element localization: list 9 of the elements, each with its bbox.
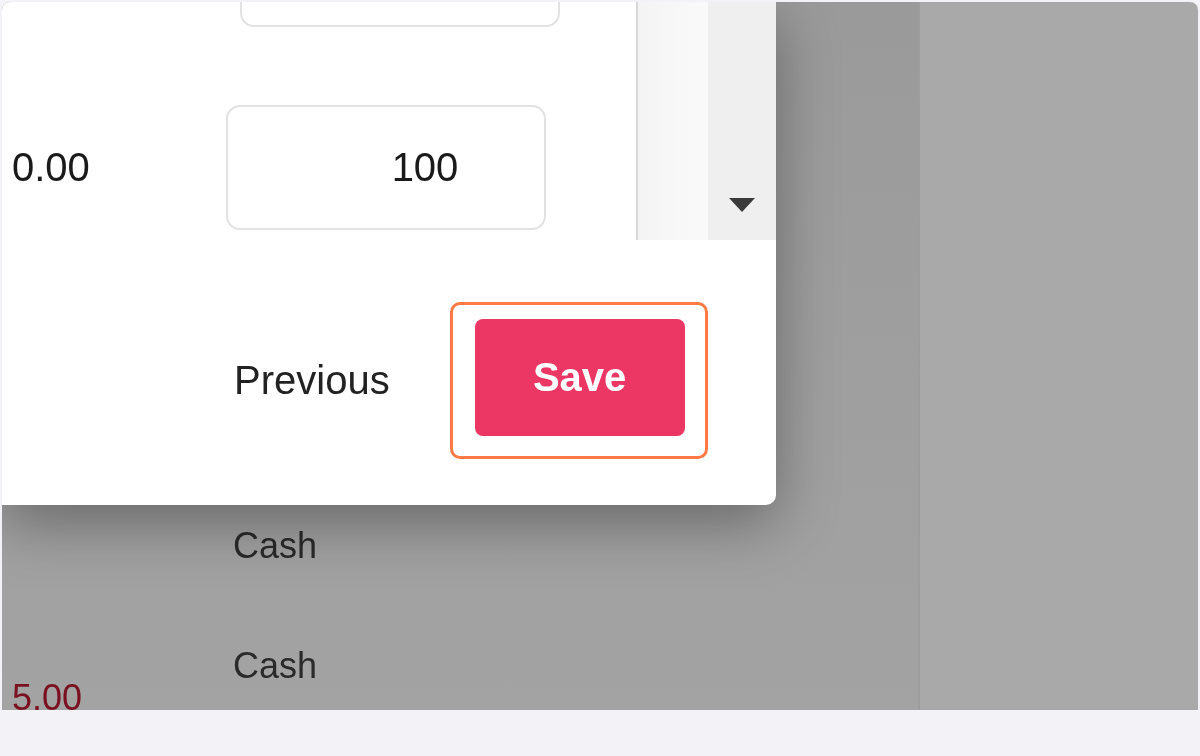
previous-button[interactable]: Previous	[234, 358, 390, 403]
scrollbar[interactable]	[636, 2, 776, 240]
amount-text: 0.00	[12, 145, 91, 190]
payment-method-text: Cash	[233, 528, 318, 564]
input-field[interactable]: 100	[226, 105, 546, 230]
save-button[interactable]: Save	[474, 319, 685, 436]
caret-down-icon[interactable]	[729, 198, 755, 212]
payment-method-text: Cash	[233, 648, 318, 684]
amount-text: 5.00	[12, 680, 83, 710]
